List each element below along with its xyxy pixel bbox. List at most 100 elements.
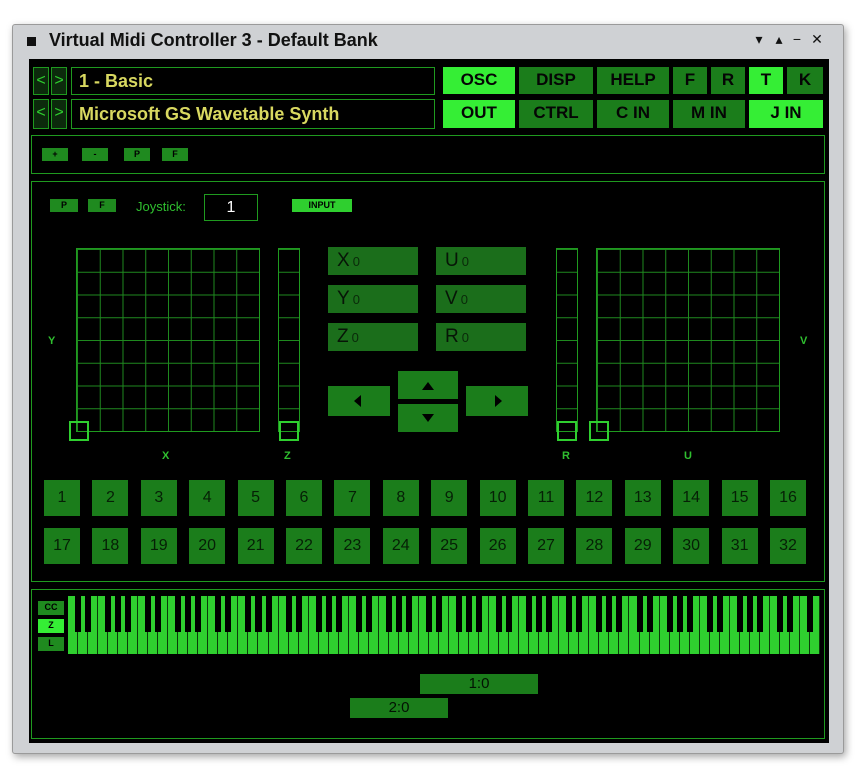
numbered-button-3[interactable]: 3 [140,480,177,516]
numbered-button-16[interactable]: 16 [770,480,806,516]
numbered-button-21[interactable]: 21 [237,528,274,564]
black-key[interactable] [466,596,473,632]
black-key[interactable] [496,596,503,632]
black-key[interactable] [566,596,573,632]
black-key[interactable] [145,596,152,632]
uv-pad[interactable] [589,248,780,441]
black-key[interactable] [746,596,753,632]
black-key[interactable] [255,596,262,632]
black-key[interactable] [666,596,673,632]
numbered-button-28[interactable]: 28 [576,528,613,564]
black-key[interactable] [225,596,232,632]
v-value-button[interactable]: V0 [436,285,526,313]
numbered-button-14[interactable]: 14 [673,480,710,516]
menu-arrow-icon[interactable]: ▾ [751,31,767,48]
uv-pad-handle[interactable] [589,421,609,441]
r-slider[interactable] [556,248,578,441]
black-key[interactable] [285,596,292,632]
black-key[interactable] [125,596,132,632]
black-key[interactable] [385,596,392,632]
numbered-button-10[interactable]: 10 [479,480,516,516]
black-key[interactable] [355,596,362,632]
osc-button[interactable]: OSC [443,67,515,94]
black-key[interactable] [806,596,813,632]
numbered-button-12[interactable]: 12 [576,480,613,516]
numbered-button-26[interactable]: 26 [479,528,516,564]
black-key[interactable] [295,596,302,632]
m-in-button[interactable]: M IN [673,100,745,128]
l-button[interactable]: L [38,637,64,651]
black-key[interactable] [776,596,783,632]
numbered-button-18[interactable]: 18 [92,528,129,564]
black-key[interactable] [175,596,182,632]
u-value-button[interactable]: U0 [436,247,526,275]
numbered-button-20[interactable]: 20 [189,528,226,564]
numbered-button-11[interactable]: 11 [528,480,564,516]
black-key[interactable] [706,596,713,632]
numbered-button-32[interactable]: 32 [770,528,806,564]
numbered-button-25[interactable]: 25 [431,528,468,564]
black-key[interactable] [786,596,793,632]
black-key[interactable] [646,596,653,632]
z-slider[interactable] [278,248,300,441]
numbered-button-19[interactable]: 19 [140,528,177,564]
black-key[interactable] [85,596,92,632]
joystick-p-button[interactable]: P [50,199,78,212]
up-arrow-button[interactable] [398,371,458,399]
help-button[interactable]: HELP [597,67,669,94]
black-key[interactable] [195,596,202,632]
black-key[interactable] [425,596,432,632]
r-value-button[interactable]: R0 [436,323,526,351]
black-key[interactable] [215,596,222,632]
device-next-button[interactable]: > [51,99,67,129]
title-bar[interactable]: Virtual Midi Controller 3 - Default Bank… [13,25,843,55]
disp-button[interactable]: DISP [519,67,593,94]
numbered-button-30[interactable]: 30 [673,528,710,564]
right-arrow-button[interactable] [466,386,528,416]
black-key[interactable] [456,596,463,632]
numbered-button-5[interactable]: 5 [237,480,274,516]
input-button[interactable]: INPUT [292,199,352,212]
black-key[interactable] [265,596,272,632]
preset-prev-button[interactable]: < [33,67,49,95]
k-button[interactable]: K [787,67,823,94]
r-button[interactable]: R [711,67,745,94]
minimize-icon[interactable]: ▴ [771,31,787,48]
numbered-button-9[interactable]: 9 [431,480,468,516]
black-key[interactable] [546,596,553,632]
black-key[interactable] [75,596,82,632]
black-key[interactable] [606,596,613,632]
r-slider-handle[interactable] [557,421,577,441]
black-key[interactable] [395,596,402,632]
black-key[interactable] [185,596,192,632]
black-key[interactable] [716,596,723,632]
black-key[interactable] [756,596,763,632]
numbered-button-6[interactable]: 6 [286,480,322,516]
black-key[interactable] [315,596,322,632]
numbered-button-17[interactable]: 17 [44,528,80,564]
black-key[interactable] [365,596,372,632]
t-button[interactable]: T [749,67,783,94]
toolbar-p-button[interactable]: P [124,148,150,161]
black-key[interactable] [435,596,442,632]
numbered-button-7[interactable]: 7 [334,480,371,516]
numbered-button-8[interactable]: 8 [382,480,419,516]
device-name-field[interactable]: Microsoft GS Wavetable Synth [71,99,435,129]
xy-pad[interactable] [69,248,260,441]
numbered-button-22[interactable]: 22 [286,528,322,564]
c-in-button[interactable]: C IN [597,100,669,128]
black-key[interactable] [536,596,543,632]
numbered-button-15[interactable]: 15 [721,480,758,516]
black-key[interactable] [335,596,342,632]
black-key[interactable] [576,596,583,632]
numbered-button-2[interactable]: 2 [92,480,129,516]
piano-keyboard[interactable] [68,596,820,654]
black-key[interactable] [506,596,513,632]
black-key[interactable] [476,596,483,632]
numbered-button-4[interactable]: 4 [189,480,226,516]
x-value-button[interactable]: X0 [328,247,418,275]
numbered-button-27[interactable]: 27 [528,528,564,564]
black-key[interactable] [155,596,162,632]
black-key[interactable] [636,596,643,632]
z-value-button[interactable]: Z0 [328,323,418,351]
